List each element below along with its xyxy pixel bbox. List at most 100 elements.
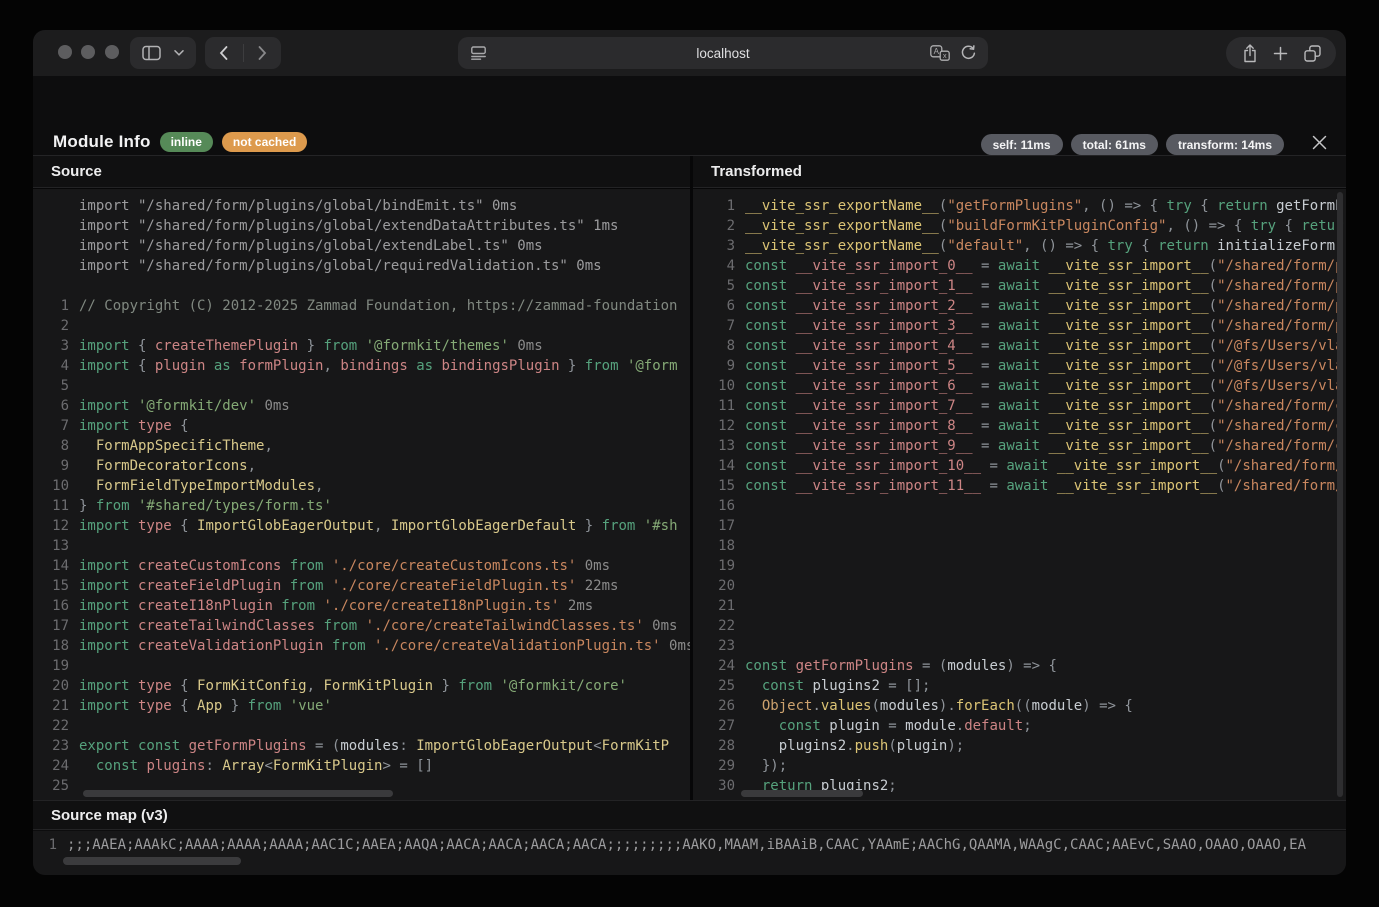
sourcemap-hscrollbar[interactable]	[63, 857, 241, 865]
chevron-down-icon[interactable]	[174, 50, 184, 56]
code-token: await	[998, 356, 1040, 376]
module-link[interactable]: './core/createValidationPlugin.ts'	[366, 636, 661, 656]
sourcemap-code-area[interactable]: 1;;;AAEA;AAAkC;AAAA;AAAA;AAAA;AAC1C;AAEA…	[33, 831, 1346, 875]
module-link[interactable]: "/@fs/Users/vla	[1217, 336, 1343, 356]
module-link[interactable]: "/shared/form/p	[1217, 316, 1343, 336]
code-token: FormKitPlugin	[273, 756, 383, 776]
new-tab-icon[interactable]	[1273, 46, 1288, 61]
transformed-code-area[interactable]: 1__vite_ssr_exportName__("getFormPlugins…	[693, 189, 1346, 801]
module-link[interactable]: "/shared/form/p	[1217, 256, 1343, 276]
module-link[interactable]: "/@fs/Users/vla	[1217, 356, 1343, 376]
code-token: 0ms	[576, 556, 610, 576]
code-token: await	[998, 396, 1040, 416]
transformed-hscrollbar[interactable]	[741, 790, 863, 797]
code-token: =	[973, 256, 998, 276]
close-icon[interactable]	[1308, 131, 1330, 153]
code-token: (	[871, 696, 879, 716]
translate-icon[interactable]: A x	[930, 45, 950, 62]
code-token: __vite_ssr_import_7__	[787, 396, 972, 416]
code-token: ,	[264, 436, 272, 456]
module-link[interactable]: "/shared/form/p	[1217, 276, 1343, 296]
code-line: 3import { createThemePlugin } from '@for…	[33, 336, 690, 356]
inline-badge: inline	[160, 132, 213, 152]
module-link[interactable]: "/shared/form/p	[1217, 296, 1343, 316]
code-token: import "/shared/form/plugins/global/requ…	[79, 256, 602, 276]
module-link[interactable]: './core/createCustomIcons.ts'	[323, 556, 576, 576]
address-bar[interactable]: localhost A x	[458, 37, 988, 69]
module-link[interactable]: './core/createTailwindClasses.ts'	[357, 616, 644, 636]
line-number: 12	[703, 416, 735, 436]
transformed-vscrollbar[interactable]	[1337, 192, 1343, 797]
code-token: (	[939, 196, 947, 216]
code-token: 0ms	[644, 616, 678, 636]
code-token: }	[79, 496, 96, 516]
code-token: ,	[323, 356, 331, 376]
module-link[interactable]: "/@fs/Users/vla	[1217, 376, 1343, 396]
code-token: from	[323, 636, 365, 656]
code-token: import	[79, 396, 130, 416]
code-token: :	[399, 736, 416, 756]
back-button[interactable]	[219, 46, 228, 60]
code-token: await	[998, 276, 1040, 296]
code-token: (	[1209, 396, 1217, 416]
line-number: 25	[703, 676, 735, 696]
source-panel-header: Source	[33, 156, 690, 188]
source-hscrollbar[interactable]	[83, 790, 393, 797]
code-token: ,	[374, 516, 391, 536]
code-token: __vite_ssr_import__	[1040, 416, 1209, 436]
module-link[interactable]: './core/createFieldPlugin.ts'	[323, 576, 576, 596]
source-code-area[interactable]: import "/shared/form/plugins/global/bind…	[33, 189, 690, 801]
module-link[interactable]: "default"	[947, 236, 1023, 256]
module-link[interactable]: "/shared/form/c	[1217, 416, 1343, 436]
module-link[interactable]: "/shared/form/c	[1217, 436, 1343, 456]
code-token: ;	[1023, 716, 1031, 736]
module-link[interactable]: "/shared/form/c	[1217, 396, 1343, 416]
traffic-light-minimize-button[interactable]	[81, 45, 95, 59]
code-token: await	[1006, 476, 1048, 496]
code-token: __vite_ssr_import__	[1040, 376, 1209, 396]
traffic-light-close-button[interactable]	[58, 45, 72, 59]
reader-icon[interactable]	[471, 46, 486, 60]
sidebar-icon[interactable]	[142, 45, 161, 61]
code-token: __vite_ssr_import__	[1048, 476, 1217, 496]
code-token: =	[973, 436, 998, 456]
code-token: App	[197, 696, 222, 716]
code-line: 1;;;AAEA;AAAkC;AAAA;AAAA;AAAA;AAC1C;AAEA…	[33, 835, 1346, 855]
traffic-light-zoom-button[interactable]	[105, 45, 119, 59]
share-icon[interactable]	[1242, 44, 1258, 63]
line-number: 6	[45, 396, 69, 416]
code-token: import	[79, 356, 130, 376]
code-line: 8const __vite_ssr_import_4__ = await __v…	[693, 336, 1346, 356]
module-link[interactable]: "buildFormKitPluginConfig"	[947, 216, 1166, 236]
module-link[interactable]: "/shared/form/	[1226, 456, 1344, 476]
reload-icon[interactable]	[960, 45, 976, 61]
code-token: FormKitPlugin	[323, 676, 433, 696]
code-line: 16	[693, 496, 1346, 516]
code-token: const	[130, 736, 181, 756]
code-token: '#shared/types/form.ts'	[130, 496, 332, 516]
url-text[interactable]: localhost	[696, 46, 749, 61]
line-number: 16	[45, 596, 69, 616]
code-token: __vite_ssr_import_0__	[787, 256, 972, 276]
line-number: 3	[45, 336, 69, 356]
code-token: > = []	[382, 756, 433, 776]
code-token: __vite_ssr_import__	[1040, 316, 1209, 336]
forward-button[interactable]	[258, 46, 267, 60]
code-token: }	[433, 676, 458, 696]
code-token: 0ms	[256, 396, 290, 416]
code-token: =	[973, 276, 998, 296]
code-token: // Copyright (C) 2012-2025 Zammad Founda…	[79, 296, 677, 316]
code-line: 11const __vite_ssr_import_7__ = await __…	[693, 396, 1346, 416]
code-token: __vite_ssr_import__	[1040, 296, 1209, 316]
code-line: 18	[693, 536, 1346, 556]
module-link[interactable]: './core/createI18nPlugin.ts'	[315, 596, 559, 616]
code-line: import "/shared/form/plugins/global/bind…	[33, 196, 690, 216]
tab-overview-icon[interactable]	[1304, 45, 1321, 62]
code-token: await	[998, 376, 1040, 396]
module-link[interactable]: "/shared/form/	[1226, 476, 1344, 496]
code-token: plugin	[821, 716, 880, 736]
module-link[interactable]: "getFormPlugins"	[947, 196, 1082, 216]
line-number	[45, 216, 69, 236]
code-token: try	[1107, 236, 1132, 256]
line-number: 16	[703, 496, 735, 516]
